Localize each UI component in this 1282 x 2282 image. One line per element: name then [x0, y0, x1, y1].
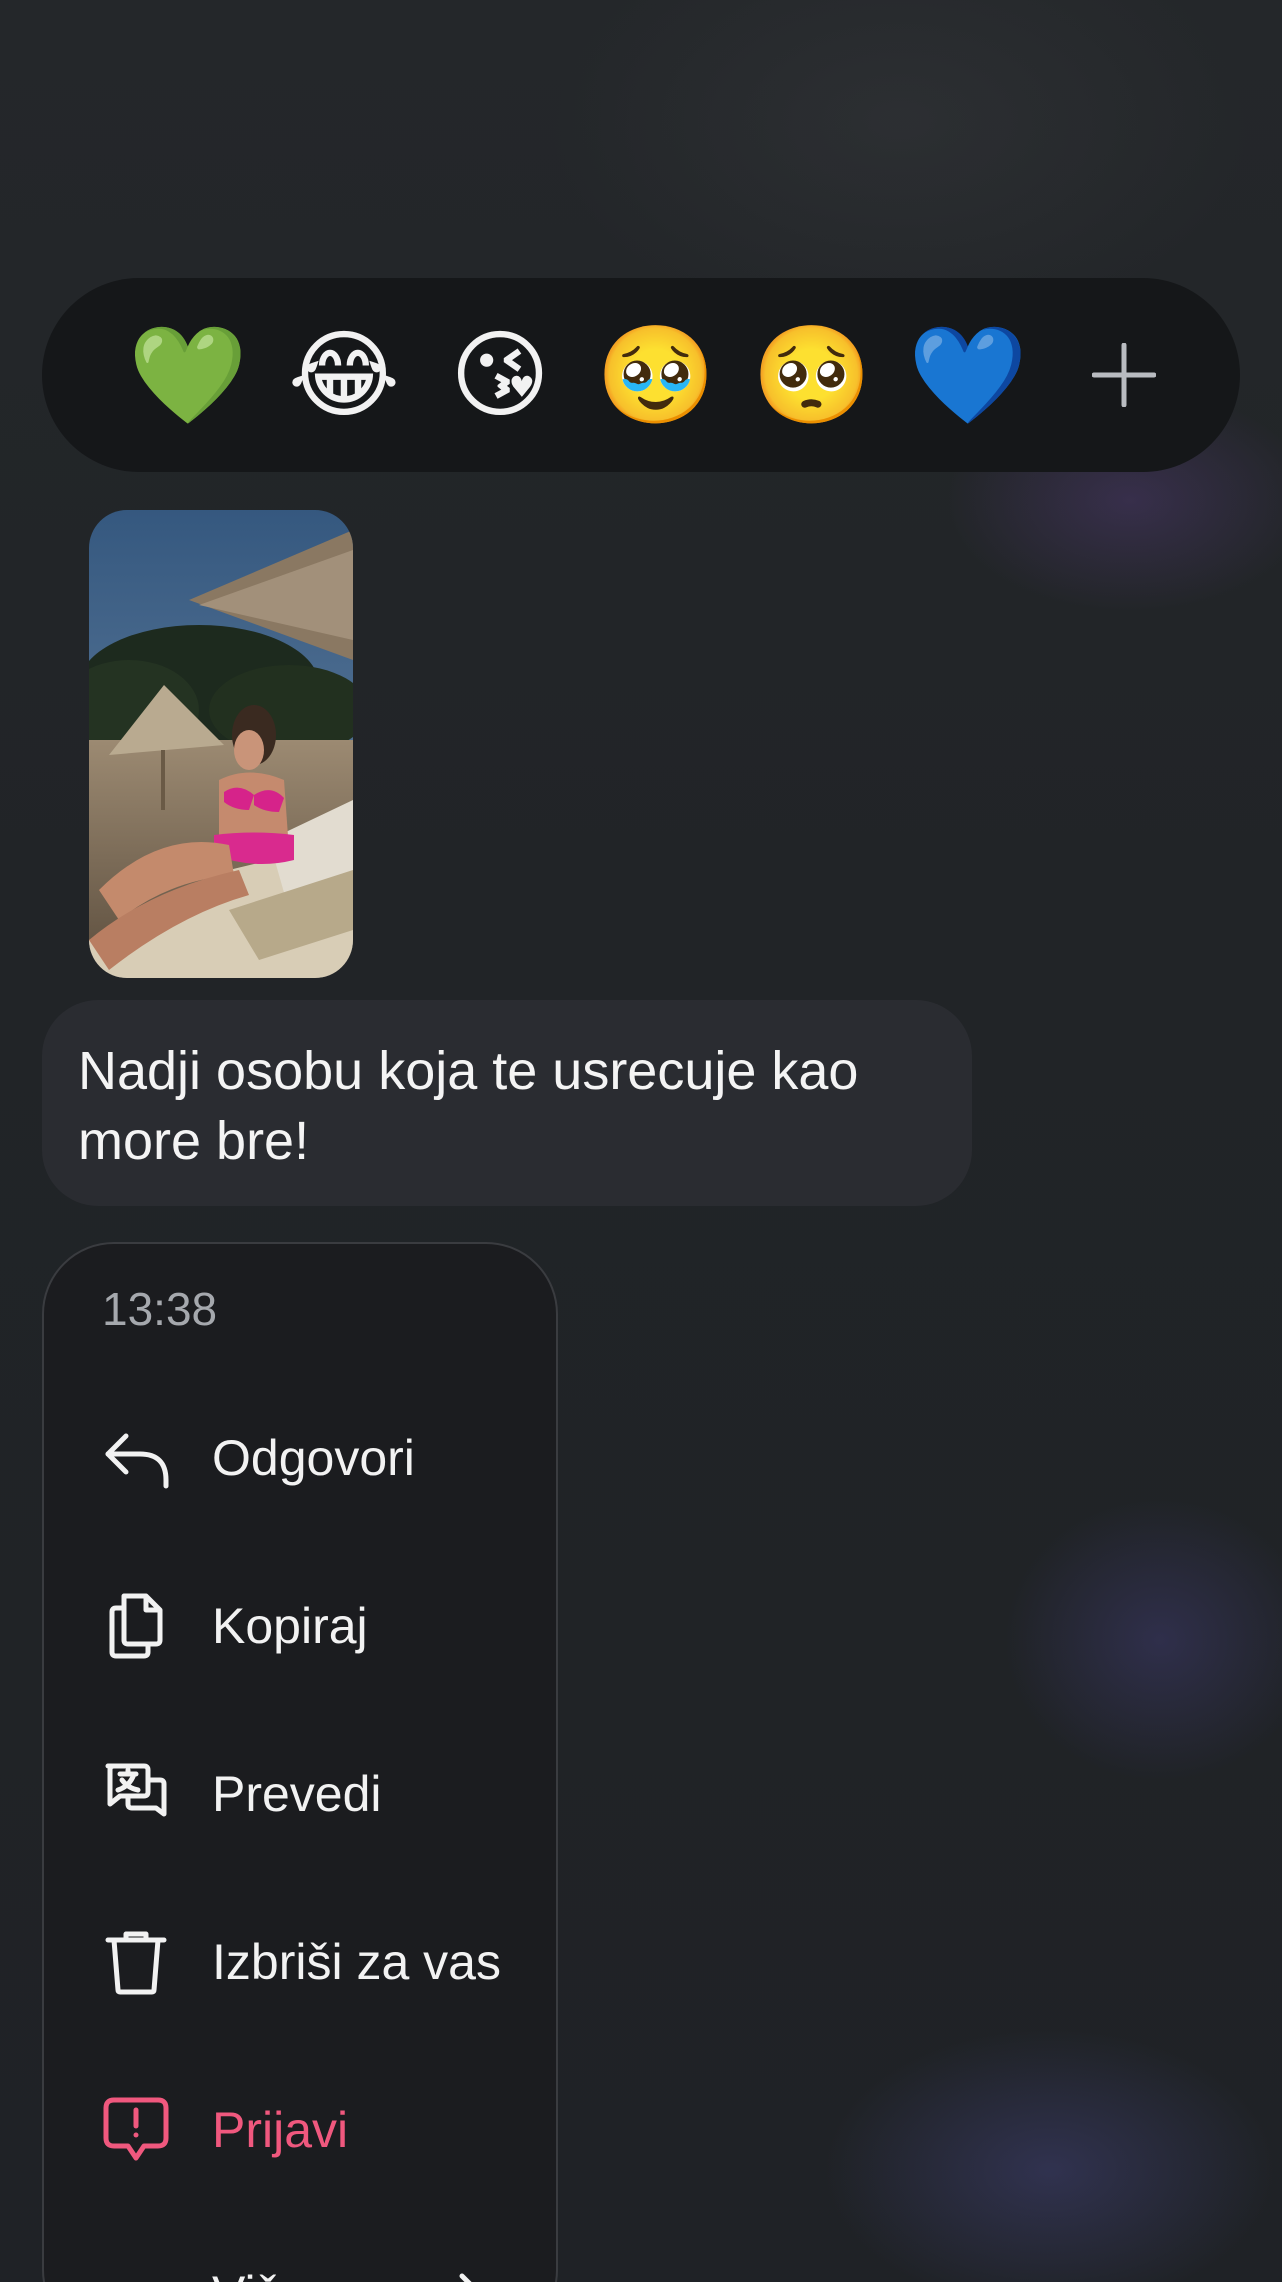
- menu-item-report[interactable]: Prijavi: [44, 2070, 556, 2190]
- menu-item-more[interactable]: Više: [44, 2234, 556, 2282]
- trash-icon: [100, 1926, 172, 1998]
- translate-icon: [100, 1758, 172, 1830]
- menu-item-label: Prijavi: [212, 2102, 349, 2158]
- menu-item-translate[interactable]: Prevedi: [44, 1734, 556, 1854]
- reaction-blowing-kiss[interactable]: 😘: [422, 297, 578, 453]
- copy-icon: [100, 1590, 172, 1662]
- reaction-pleading-face[interactable]: 🥺: [734, 297, 890, 453]
- reaction-green-heart[interactable]: 💚: [110, 297, 266, 453]
- message-time: 13:38: [102, 1283, 218, 1335]
- reply-icon: [100, 1422, 172, 1494]
- photo-attachment[interactable]: [89, 510, 353, 978]
- menu-item-label: Kopiraj: [212, 1598, 368, 1654]
- reaction-bar: 💚 😂 😘 🥹 🥺 💙: [42, 278, 1240, 472]
- menu-item-reply[interactable]: Odgovori: [44, 1398, 556, 1518]
- message-context-menu: 13:38 Odgovori Kopiraj Prevedi Izbriši z…: [42, 1242, 558, 2282]
- reaction-holding-back-tears[interactable]: 🥹: [578, 297, 734, 453]
- menu-item-label: Odgovori: [212, 1430, 415, 1486]
- report-icon: [100, 2094, 172, 2166]
- chevron-right-icon: [434, 2258, 506, 2282]
- message-bubble[interactable]: Nadji osobu koja te usrecuje kao more br…: [42, 1000, 972, 1206]
- reaction-tears-of-joy[interactable]: 😂: [266, 297, 422, 453]
- message-text: Nadji osobu koja te usrecuje kao more br…: [78, 1041, 859, 1171]
- photo-image: [89, 510, 353, 978]
- screen: 💚 😂 😘 🥹 🥺 💙 Nadji osobu koja te usrecuje…: [0, 0, 1282, 2282]
- menu-item-label: Izbriši za vas: [212, 1934, 501, 1990]
- menu-item-copy[interactable]: Kopiraj: [44, 1566, 556, 1686]
- reaction-blue-heart[interactable]: 💙: [890, 297, 1046, 453]
- plus-icon[interactable]: [1046, 297, 1202, 453]
- menu-item-label: Više: [212, 2265, 308, 2282]
- menu-item-delete[interactable]: Izbriši za vas: [44, 1902, 556, 2022]
- menu-item-label: Prevedi: [212, 1766, 382, 1822]
